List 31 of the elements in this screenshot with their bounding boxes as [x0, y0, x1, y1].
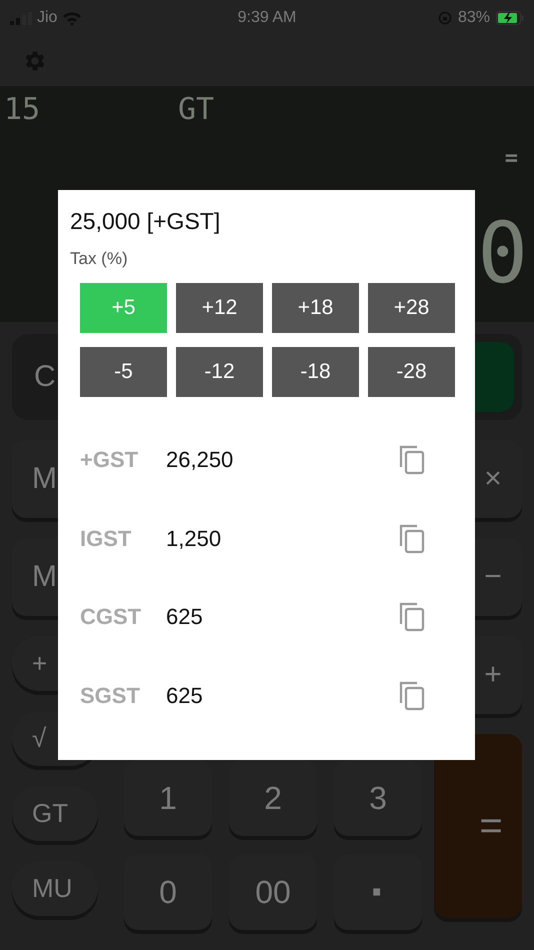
tax-rate-button[interactable]: +18	[272, 283, 359, 333]
result-value: 625	[166, 682, 204, 709]
result-value: 625	[166, 604, 204, 630]
result-label: +GST	[80, 447, 140, 474]
tax-rate-button[interactable]: +28	[368, 283, 455, 333]
battery-icon	[496, 11, 524, 25]
result-value: 26,250	[166, 447, 234, 474]
tax-rate-button[interactable]: +12	[176, 283, 263, 333]
result-label: CGST	[80, 604, 142, 630]
result-value: 1,250	[166, 526, 222, 552]
copy-icon[interactable]	[399, 602, 425, 632]
memory-indicator: 15	[4, 92, 42, 127]
tax-rate-button[interactable]: -12	[176, 347, 263, 397]
copy-icon[interactable]	[399, 524, 425, 554]
tax-label: Tax (%)	[70, 249, 129, 269]
dialog-title: 25,000 [+GST]	[70, 208, 222, 235]
equals-indicator: =	[504, 146, 518, 171]
gt-indicator: GT	[178, 92, 214, 127]
signal-icon	[10, 12, 32, 24]
calculator-key[interactable]: =	[434, 734, 522, 918]
tax-rate-button[interactable]: -18	[272, 347, 359, 397]
clock-time: 9:39 AM	[238, 9, 296, 27]
tax-rate-button[interactable]: +5	[80, 283, 167, 333]
battery-percent: 83%	[458, 9, 490, 27]
copy-icon[interactable]	[399, 680, 425, 711]
carrier-name: Jio	[37, 9, 58, 27]
tax-rate-button[interactable]: -28	[368, 347, 455, 397]
tax-rate-button[interactable]: -5	[80, 347, 167, 397]
result-label: IGST	[80, 526, 132, 552]
copy-icon[interactable]	[399, 445, 425, 476]
display-value: 0	[477, 211, 528, 295]
